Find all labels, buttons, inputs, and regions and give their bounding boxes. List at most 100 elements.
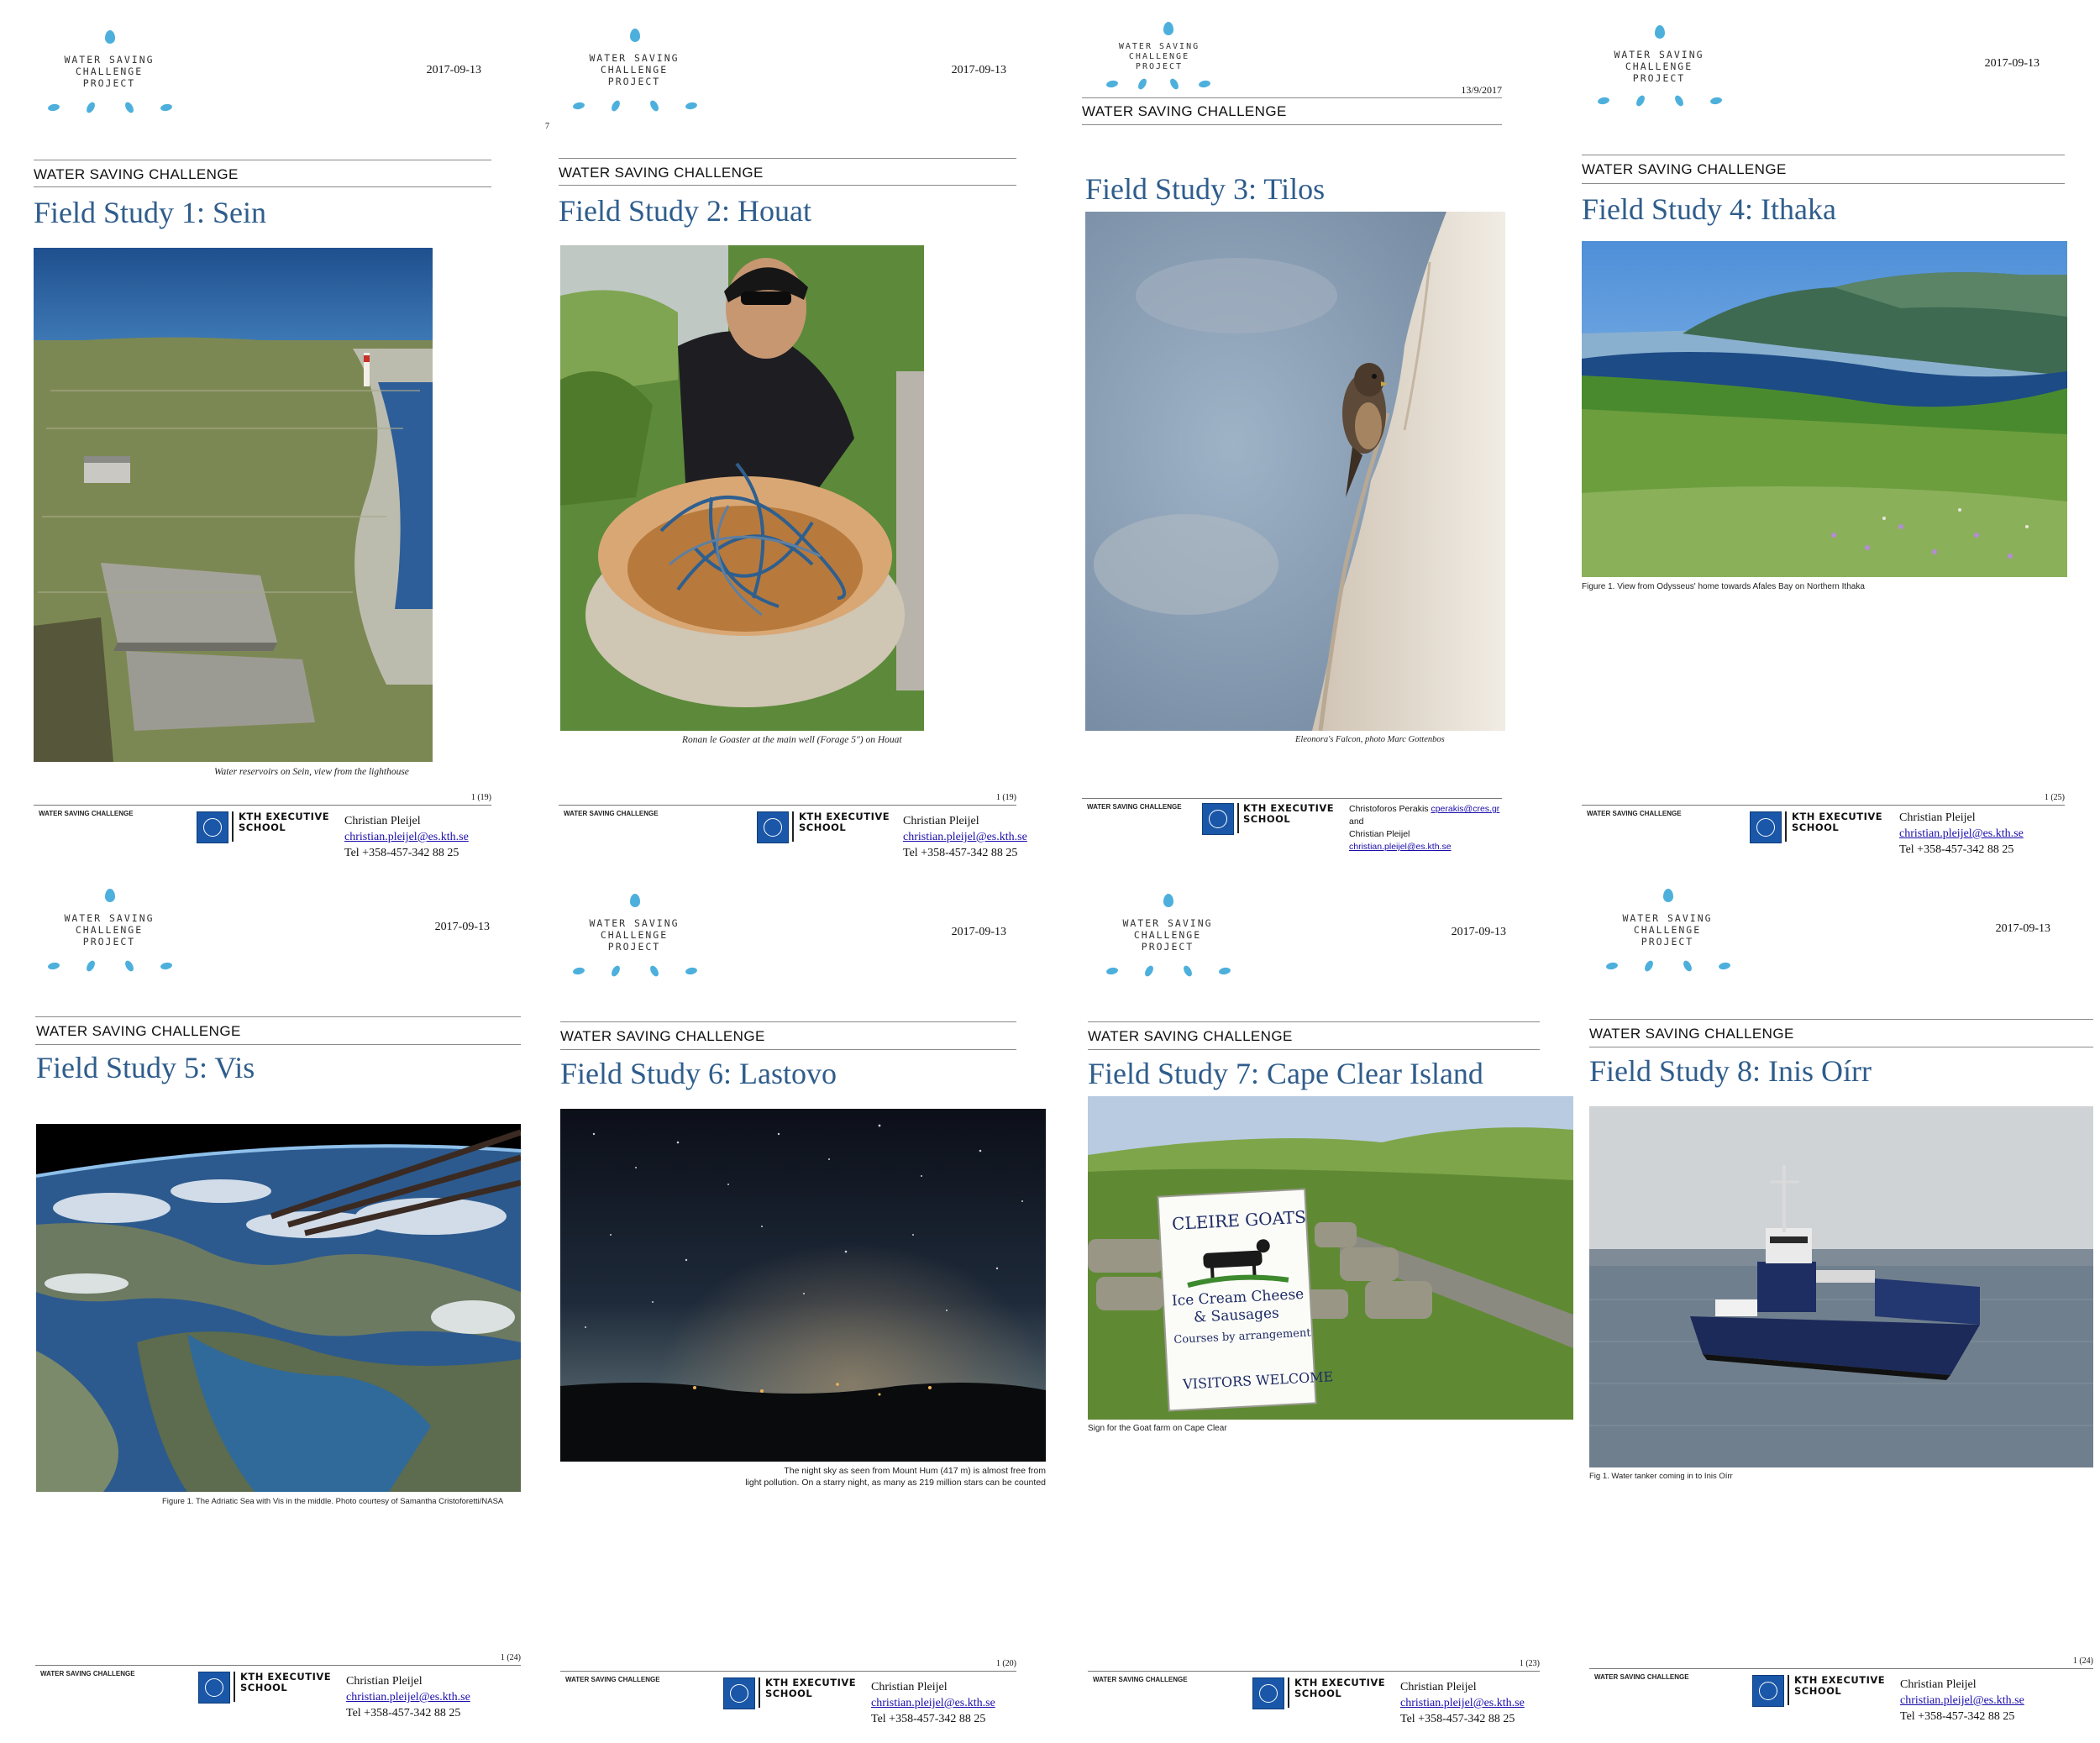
contact-block: Christoforos Perakis cperakis@cres.gr an… xyxy=(1349,803,1502,853)
water-drop-icon xyxy=(1655,25,1665,39)
photo-afales-bay xyxy=(1582,241,2067,577)
kth-school-name: KTH EXECUTIVE SCHOOL xyxy=(240,1671,332,1693)
contact-email-link[interactable]: christian.pleijel@es.kth.se xyxy=(1349,842,1452,852)
logo-line: WATER SAVING xyxy=(1118,42,1200,51)
water-saving-logo: WATER SAVING CHALLENGE PROJECT xyxy=(1604,889,1739,981)
page-number: 1 (20) xyxy=(995,1659,1016,1668)
page-title: Field Study 1: Sein xyxy=(34,196,267,229)
document-date: 13/9/2017 xyxy=(1461,84,1502,96)
photo-caption: The night sky as seen from Mount Hum (41… xyxy=(627,1465,1046,1488)
photo-adriatic-from-space xyxy=(36,1124,521,1492)
page-title: Field Study 4: Ithaka xyxy=(1582,192,1836,226)
footer-divider xyxy=(560,1671,1016,1672)
section-title: WATER SAVING CHALLENGE xyxy=(34,166,239,182)
page-number: 1 (19) xyxy=(470,793,491,802)
caption-line: light pollution. On a starry night, as m… xyxy=(745,1478,1046,1488)
divider xyxy=(35,1016,521,1017)
section-title: WATER SAVING CHALLENGE xyxy=(36,1023,241,1039)
footer-label: WATER SAVING CHALLENGE xyxy=(1093,1676,1188,1683)
divider xyxy=(1082,97,1502,98)
water-drop-icon xyxy=(105,30,115,44)
contact-email-link[interactable]: christian.pleijel@es.kth.se xyxy=(1899,826,2024,842)
section-title: WATER SAVING CHALLENGE xyxy=(1582,161,1787,177)
section-title: WATER SAVING CHALLENGE xyxy=(559,165,764,181)
logo-separator xyxy=(1785,811,1787,842)
kth-school-name: KTH EXECUTIVE SCHOOL xyxy=(1294,1677,1386,1699)
page-field-study-5: WATER SAVING CHALLENGE PROJECT 2017-09-13 … xyxy=(0,872,525,1743)
contact-email-link[interactable]: christian.pleijel@es.kth.se xyxy=(344,829,469,845)
document-date: 2017-09-13 xyxy=(1995,922,2050,935)
kth-logo-icon xyxy=(723,1677,755,1709)
water-drop-icon xyxy=(630,29,640,42)
page-marker: 7 xyxy=(545,122,549,131)
logo-line: WATER SAVING xyxy=(589,917,680,929)
page-field-study-1: WATER SAVING CHALLENGE PROJECT 2017-09-13 … xyxy=(0,0,525,871)
water-drops-icon xyxy=(1604,958,1739,974)
document-pages-grid: WATER SAVING CHALLENGE PROJECT 2017-09-13 … xyxy=(0,0,2100,1743)
divider xyxy=(559,185,1016,186)
footer-divider xyxy=(1589,1668,2093,1669)
logo-line: CHALLENGE xyxy=(75,924,144,936)
logo-line: PROJECT xyxy=(82,77,136,89)
photo-sein-reservoirs xyxy=(34,248,433,762)
contact-phone: Tel +358-457-342 88 25 xyxy=(903,847,1018,859)
footer-label: WATER SAVING CHALLENGE xyxy=(40,1670,135,1677)
kth-logo-icon xyxy=(1750,811,1782,843)
logo-separator xyxy=(232,811,234,842)
logo-line: WATER SAVING xyxy=(589,52,680,64)
logo-separator xyxy=(1788,1675,1789,1705)
contact-email-link[interactable]: christian.pleijel@es.kth.se xyxy=(871,1695,995,1711)
page-field-study-2: WATER SAVING CHALLENGE PROJECT 7 2017-09-1… xyxy=(525,0,1050,871)
contact-email-link[interactable]: christian.pleijel@es.kth.se xyxy=(346,1689,470,1705)
page-field-study-3: WATER SAVING CHALLENGE PROJECT 13/9/2017 W… xyxy=(1050,0,1575,871)
section-title: WATER SAVING CHALLENGE xyxy=(1082,103,1287,119)
contact-phone: Tel +358-457-342 88 25 xyxy=(344,847,459,859)
footer-label: WATER SAVING CHALLENGE xyxy=(565,1676,660,1683)
logo-separator xyxy=(234,1672,235,1702)
photo-houat-well xyxy=(560,245,924,731)
contact-email-link[interactable]: cperakis@cres.gr xyxy=(1431,804,1499,814)
section-title: WATER SAVING CHALLENGE xyxy=(1088,1028,1293,1044)
document-date: 2017-09-13 xyxy=(1451,926,1506,938)
water-drop-icon xyxy=(105,889,115,902)
contact-name: Christian Pleijel xyxy=(1899,811,1976,824)
logo-separator xyxy=(1288,1677,1289,1708)
footer-label: WATER SAVING CHALLENGE xyxy=(1594,1673,1689,1681)
document-date: 2017-09-13 xyxy=(1984,57,2040,70)
page-footer: 1 (19) WATER SAVING CHALLENGE KTH EXECUT… xyxy=(559,793,1027,859)
document-date: 2017-09-13 xyxy=(951,64,1006,76)
photo-caption: Ronan le Goaster at the main well (Forag… xyxy=(682,735,902,745)
footer-divider xyxy=(1088,1671,1540,1672)
contact-email-link[interactable]: christian.pleijel@es.kth.se xyxy=(903,829,1027,845)
photo-eleonoras-falcon xyxy=(1085,212,1505,731)
page-title: Field Study 6: Lastovo xyxy=(560,1057,837,1090)
contact-phone: Tel +358-457-342 88 25 xyxy=(346,1707,461,1719)
page-footer: WATER SAVING CHALLENGE KTH EXECUTIVE SCHO… xyxy=(1082,791,1502,853)
footer-divider xyxy=(1082,798,1502,799)
divider xyxy=(560,1049,1016,1050)
page-title: Field Study 3: Tilos xyxy=(1085,172,1326,206)
contact-name: Christian Pleijel xyxy=(1400,1681,1477,1693)
water-saving-logo: WATER SAVING CHALLENGE PROJECT xyxy=(1105,22,1239,114)
page-title: Field Study 8: Inis Oírr xyxy=(1589,1054,1872,1088)
contact-email-link[interactable]: christian.pleijel@es.kth.se xyxy=(1900,1693,2024,1709)
contact-name: Christian Pleijel xyxy=(1349,829,1410,839)
contact-name: Christoforos Perakis xyxy=(1349,804,1429,814)
logo-line: PROJECT xyxy=(607,941,661,953)
photo-caption: Figure 1. The Adriatic Sea with Vis in t… xyxy=(162,1497,504,1506)
divider xyxy=(1082,124,1502,125)
divider xyxy=(1589,1019,2093,1020)
page-title: Field Study 2: Houat xyxy=(559,194,812,228)
water-saving-logo: WATER SAVING CHALLENGE PROJECT xyxy=(46,889,181,981)
logo-line: WATER SAVING xyxy=(1614,49,1704,60)
photo-caption: Fig 1. Water tanker coming in to Inis Oí… xyxy=(1589,1472,1733,1481)
page-footer: 1 (20) WATER SAVING CHALLENGE KTH EXECUT… xyxy=(560,1659,1016,1725)
page-footer: 1 (19) WATER SAVING CHALLENGE KTH EXECUT… xyxy=(34,793,491,859)
water-drop-icon xyxy=(1163,22,1173,35)
photo-cleire-goats-sign: CLEIRE GOATS Ice Cream Cheese & Sausages… xyxy=(1088,1096,1573,1420)
contact-email-link[interactable]: christian.pleijel@es.kth.se xyxy=(1400,1695,1525,1711)
photo-water-tanker xyxy=(1589,1106,2093,1467)
logo-separator xyxy=(759,1677,760,1708)
divider xyxy=(560,1021,1016,1022)
footer-divider xyxy=(35,1665,521,1666)
